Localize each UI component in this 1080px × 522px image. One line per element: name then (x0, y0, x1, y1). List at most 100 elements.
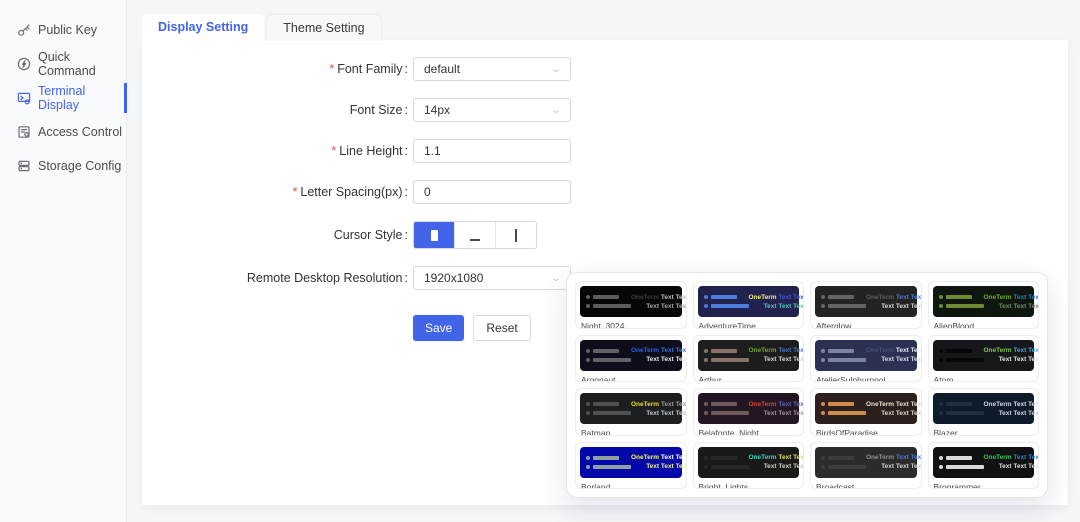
theme-card[interactable]: OneTerm Text Text Text Text Text Belafon… (693, 388, 805, 436)
resolution-select[interactable]: 1920x1080 ⌄ (413, 266, 571, 290)
preview-bar (946, 295, 972, 299)
preview-line1: OneTerm Text Text (984, 346, 1040, 355)
preview-line2: Text Text Text (866, 355, 922, 364)
preview-line2: Text Text Text (631, 409, 687, 418)
preview-bar (828, 411, 866, 415)
preview-line1: OneTerm Text Text (984, 453, 1040, 462)
theme-name: Broadcast (815, 482, 917, 490)
preview-bar (946, 304, 984, 308)
theme-preview: OneTerm Text Text Text Text Text (815, 393, 917, 424)
theme-card[interactable]: OneTerm Text Text Text Text Text Brogram… (928, 442, 1040, 490)
theme-card[interactable]: OneTerm Text Text Text Text Text Borland (575, 442, 687, 490)
line-height-value: 1.1 (424, 144, 441, 158)
sidebar-item-access-control[interactable]: Access Control (0, 115, 126, 149)
preview-bar (711, 295, 737, 299)
preview-line2: Text Text Text (866, 462, 922, 471)
preview-line1: OneTerm Text Text (631, 453, 687, 462)
theme-name: Blazer (933, 428, 1035, 436)
preview-line2: Text Text Text (631, 462, 687, 471)
sidebar-item-storage-config[interactable]: Storage Config (0, 149, 126, 183)
font-size-select[interactable]: 14px ⌄ (413, 98, 571, 122)
resolution-value: 1920x1080 (424, 271, 483, 285)
theme-card[interactable]: OneTerm Text Text Text Text Text Argonau… (575, 335, 687, 383)
storage-icon (17, 159, 31, 173)
theme-card[interactable]: OneTerm Text Text Text Text Text Blazer (928, 388, 1040, 436)
theme-card[interactable]: OneTerm Text Text Text Text Text Aftergl… (810, 281, 922, 329)
theme-name: Night_3024 (580, 321, 682, 329)
theme-card[interactable]: OneTerm Text Text Text Text Text Bright_… (693, 442, 805, 490)
terminal-icon (17, 91, 31, 105)
line-height-input[interactable]: 1.1 (413, 139, 571, 163)
preview-dot (821, 402, 825, 406)
form-row-font-size: Font Size: 14px ⌄ (142, 98, 1068, 122)
preview-dot (586, 358, 590, 362)
preview-bar (593, 465, 631, 469)
theme-card[interactable]: OneTerm Text Text Text Text Text Atom (928, 335, 1040, 383)
preview-line1: OneTerm Text Text (631, 293, 687, 302)
theme-preview: OneTerm Text Text Text Text Text (698, 340, 800, 371)
preview-line1: OneTerm Text Text (749, 293, 805, 302)
preview-dot (704, 411, 708, 415)
preview-line1: OneTerm Text Text (866, 453, 922, 462)
preview-line2: Text Text Text (866, 409, 922, 418)
preview-line1: OneTerm Text Text (631, 346, 687, 355)
preview-dot (939, 402, 943, 406)
theme-name: AlienBlood (933, 321, 1035, 329)
preview-dot (586, 456, 590, 460)
theme-card[interactable]: OneTerm Text Text Text Text Text Adventu… (693, 281, 805, 329)
theme-card[interactable]: OneTerm Text Text Text Text Text Night_3… (575, 281, 687, 329)
letter-spacing-value: 0 (424, 185, 431, 199)
sidebar-item-terminal-display[interactable]: Terminal Display (0, 81, 126, 115)
preview-bar (828, 402, 854, 406)
preview-bar (711, 304, 749, 308)
underline-cursor-icon (470, 239, 480, 241)
theme-name: BirdsOfParadise (815, 428, 917, 436)
theme-card[interactable]: OneTerm Text Text Text Text Text AlienBl… (928, 281, 1040, 329)
preview-line2: Text Text Text (749, 409, 805, 418)
preview-bar (828, 304, 866, 308)
theme-name: AtelierSulphurpool (815, 375, 917, 383)
preview-line1: OneTerm Text Text (866, 346, 922, 355)
preview-dot (939, 349, 943, 353)
preview-dot (704, 358, 708, 362)
theme-preview: OneTerm Text Text Text Text Text (698, 393, 800, 424)
reset-button[interactable]: Reset (473, 315, 530, 341)
save-button[interactable]: Save (413, 315, 464, 341)
preview-bar (828, 295, 854, 299)
preview-dot (939, 465, 943, 469)
theme-preview: OneTerm Text Text Text Text Text (933, 340, 1035, 371)
tab-display-setting[interactable]: Display Setting (142, 14, 264, 40)
block-cursor-icon (431, 230, 438, 241)
preview-dot (939, 456, 943, 460)
theme-card[interactable]: OneTerm Text Text Text Text Text Broadca… (810, 442, 922, 490)
tab-label: Theme Setting (283, 21, 364, 35)
cursor-bar-option[interactable] (496, 222, 536, 248)
required-marker: * (329, 62, 334, 76)
preview-dot (704, 402, 708, 406)
letter-spacing-input[interactable]: 0 (413, 180, 571, 204)
preview-line1: OneTerm Text Text (984, 400, 1040, 409)
theme-card[interactable]: OneTerm Text Text Text Text Text Atelier… (810, 335, 922, 383)
required-marker: * (293, 185, 298, 199)
preview-dot (704, 465, 708, 469)
preview-dot (586, 295, 590, 299)
sidebar-item-public-key[interactable]: Public Key (0, 13, 126, 47)
theme-card[interactable]: OneTerm Text Text Text Text Text Batman (575, 388, 687, 436)
theme-name: Batman (580, 428, 682, 436)
font-family-value: default (424, 62, 460, 76)
theme-preview: OneTerm Text Text Text Text Text (698, 447, 800, 478)
theme-card[interactable]: OneTerm Text Text Text Text Text BirdsOf… (810, 388, 922, 436)
theme-preview: OneTerm Text Text Text Text Text (933, 286, 1035, 317)
preview-dot (704, 456, 708, 460)
preview-bar (946, 402, 972, 406)
cursor-block-option[interactable] (414, 222, 455, 248)
tab-bar: Display Setting Theme Setting (142, 14, 382, 41)
cursor-underline-option[interactable] (455, 222, 496, 248)
preview-line2: Text Text Text (984, 409, 1040, 418)
tab-theme-setting[interactable]: Theme Setting (266, 14, 381, 41)
preview-line2: Text Text Text (749, 302, 805, 311)
theme-card[interactable]: OneTerm Text Text Text Text Text Arthur (693, 335, 805, 383)
preview-bar (711, 349, 737, 353)
sidebar-item-quick-command[interactable]: Quick Command (0, 47, 126, 81)
font-family-select[interactable]: default ⌄ (413, 57, 571, 81)
